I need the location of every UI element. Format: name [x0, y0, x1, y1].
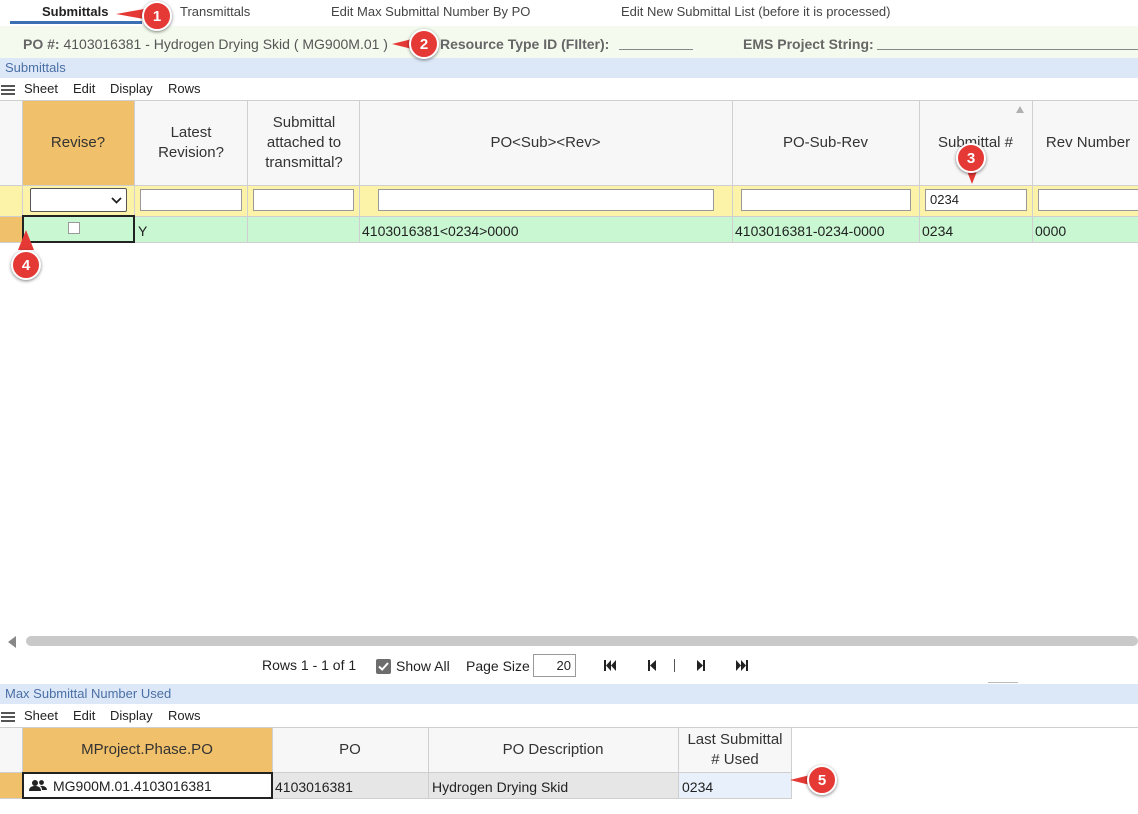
header-latest-revision[interactable]: Latest Revision?: [146, 100, 236, 185]
po-sub-rev-filter[interactable]: [741, 189, 911, 211]
previous-page-icon[interactable]: [648, 660, 656, 671]
submittals-menubar: Sheet Edit Display Rows: [0, 79, 1138, 99]
last-page-icon[interactable]: [736, 660, 748, 671]
cell-po-sub-rev-brackets: 4103016381<0234>0000: [362, 223, 519, 239]
menu-rows[interactable]: Rows: [168, 81, 201, 96]
cell-last-submittal-used: 0234: [682, 779, 714, 795]
menu-sheet[interactable]: Sheet: [24, 708, 58, 723]
ems-project-field[interactable]: [877, 49, 1138, 50]
po-info: PO #: 4103016381 - Hydrogen Drying Skid …: [23, 36, 388, 52]
pager: Rows 1 - 1 of 1 Show All Page Size 20: [0, 654, 1138, 678]
ems-project-label: EMS Project String:: [743, 36, 874, 52]
sort-ascending-icon[interactable]: [1016, 106, 1024, 113]
active-tab-indicator: [10, 21, 142, 24]
badge-pointer: [18, 230, 34, 250]
po-value: 4103016381 - Hydrogen Drying Skid ( MG90…: [63, 36, 388, 52]
annotation-badge-5: 5: [807, 765, 837, 795]
annotation-badge-1: 1: [142, 1, 172, 31]
chevron-down-icon: [111, 197, 122, 204]
menu-edit[interactable]: Edit: [73, 81, 95, 96]
tab-submittals[interactable]: Submittals: [42, 4, 108, 19]
revise-checkbox[interactable]: [68, 222, 80, 234]
checkmark-icon: [378, 662, 389, 671]
header-po[interactable]: PO: [272, 727, 428, 772]
tab-edit-new-submittal-list[interactable]: Edit New Submittal List (before it is pr…: [621, 4, 891, 19]
scroll-left-icon[interactable]: [7, 636, 17, 648]
latest-revision-filter[interactable]: [140, 189, 242, 211]
rev-number-filter[interactable]: [1038, 189, 1138, 211]
cell-po-description: Hydrogen Drying Skid: [432, 779, 569, 795]
menu-rows[interactable]: Rows: [168, 708, 201, 723]
header-po-description[interactable]: PO Description: [428, 727, 678, 772]
po-sub-rev-brackets-filter[interactable]: [378, 189, 714, 211]
cell-latest-revision: Y: [138, 223, 148, 239]
mproject-cell[interactable]: MG900M.01.4103016381: [22, 772, 273, 799]
first-page-icon[interactable]: [604, 660, 616, 671]
max-submittal-grid: MProject.Phase.PO PO PO Description Last…: [0, 727, 1138, 807]
rows-count: Rows 1 - 1 of 1: [262, 657, 357, 673]
header-revise[interactable]: Revise?: [22, 100, 134, 185]
next-page-icon[interactable]: [697, 660, 705, 671]
resize-handle[interactable]: [988, 682, 1018, 683]
show-all-label: Show All: [396, 658, 450, 674]
max-submittal-section-title: Max Submittal Number Used: [0, 684, 1138, 704]
annotation-badge-2: 2: [409, 29, 439, 59]
menu-sheet[interactable]: Sheet: [24, 81, 58, 96]
show-all-checkbox[interactable]: [376, 659, 391, 674]
cell-po: 4103016381: [275, 779, 353, 795]
annotation-badge-4: 4: [11, 250, 41, 280]
cell-rev-number: 0000: [1035, 223, 1067, 239]
cell-submittal-number: 0234: [922, 223, 954, 239]
tab-transmittals[interactable]: Transmittals: [180, 4, 250, 19]
table-row: [0, 216, 1138, 242]
revise-filter-select[interactable]: [30, 188, 127, 212]
menu-display[interactable]: Display: [110, 708, 153, 723]
page-size-label: Page Size: [466, 658, 530, 674]
cell-po-sub-rev: 4103016381-0234-0000: [735, 223, 885, 239]
header-rev-number[interactable]: Rev Number: [1032, 100, 1138, 185]
tab-edit-max-submittal[interactable]: Edit Max Submittal Number By PO: [331, 4, 530, 19]
pager-separator: [674, 659, 675, 672]
menu-edit[interactable]: Edit: [73, 708, 95, 723]
attached-filter[interactable]: [253, 189, 354, 211]
submittals-section-title: Submittals: [0, 58, 1138, 78]
horizontal-scrollbar[interactable]: [26, 636, 1138, 646]
header-po-sub-rev[interactable]: PO-Sub-Rev: [732, 100, 919, 185]
max-submittal-menubar: Sheet Edit Display Rows: [0, 706, 1138, 726]
header-po-sub-rev-brackets[interactable]: PO<Sub><Rev>: [359, 100, 732, 185]
po-info-strip: PO #: 4103016381 - Hydrogen Drying Skid …: [0, 26, 1138, 58]
menu-display[interactable]: Display: [110, 81, 153, 96]
resource-type-label: Resource Type ID (FIlter):: [440, 36, 610, 52]
header-mproject[interactable]: MProject.Phase.PO: [22, 727, 272, 772]
annotation-badge-3: 3: [956, 143, 986, 173]
hamburger-icon[interactable]: [1, 712, 15, 722]
header-last-submittal-used[interactable]: Last Submittal # Used: [684, 727, 786, 772]
page-size-input[interactable]: 20: [533, 654, 576, 677]
resource-type-field[interactable]: [619, 49, 693, 50]
submittal-number-filter[interactable]: 0234: [925, 189, 1027, 211]
revise-cell[interactable]: [22, 215, 135, 243]
users-icon[interactable]: [29, 779, 47, 792]
cell-mproject: MG900M.01.4103016381: [53, 778, 212, 794]
hamburger-icon[interactable]: [1, 85, 15, 95]
po-label: PO #:: [23, 36, 60, 52]
header-submittal-attached[interactable]: Submittal attached to transmittal?: [252, 100, 356, 185]
row-selector[interactable]: [0, 772, 22, 798]
